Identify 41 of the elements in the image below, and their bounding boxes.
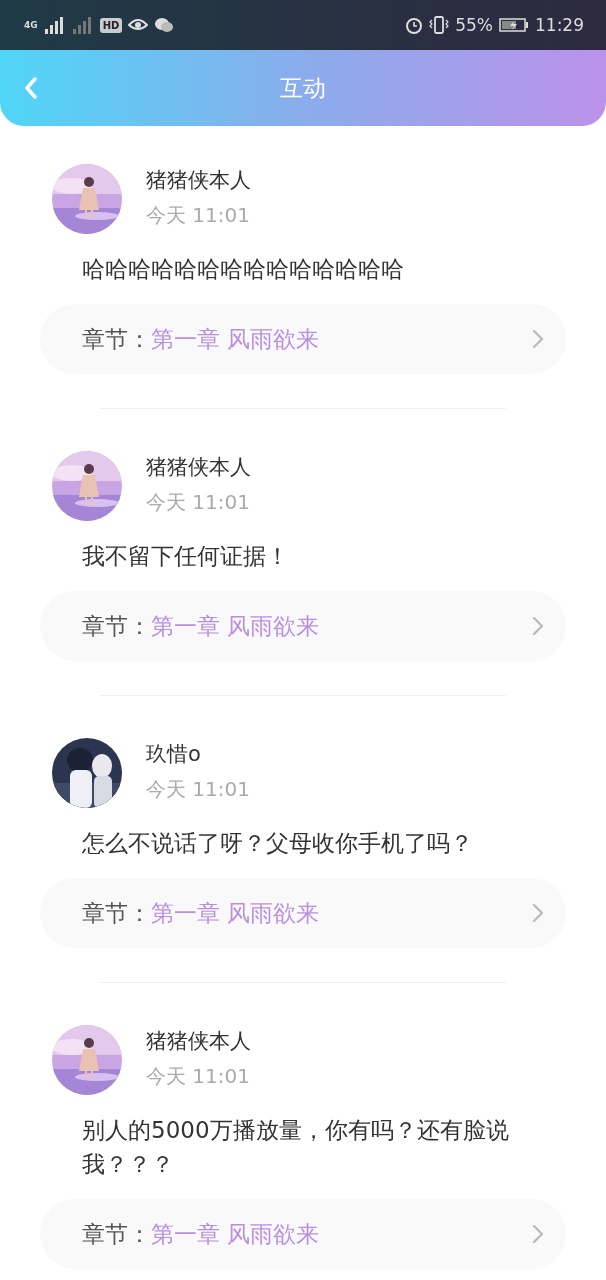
chapter-title: 第一章 风雨欲来 [151, 1219, 321, 1249]
chevron-icon [532, 903, 544, 923]
chapter-label: 章节： [82, 1219, 151, 1249]
comment-time: 今天 11:01 [146, 1062, 251, 1090]
chat-icon [154, 17, 175, 33]
comment-time: 今天 11:01 [146, 488, 251, 516]
chevron-icon [532, 329, 544, 349]
user-name: 猪猪侠本人 [146, 166, 251, 194]
hd-badge: HD [99, 17, 123, 33]
chevron-icon [532, 616, 544, 636]
signal-icon [43, 15, 66, 35]
chapter-label: 章节： [82, 611, 151, 641]
comment-text: 哈哈哈哈哈哈哈哈哈哈哈哈哈哈 [82, 255, 405, 284]
chapter-link[interactable]: 章节：第一章 风雨欲来 [40, 1199, 566, 1269]
battery-percent: 55% [455, 15, 493, 35]
comment-text: 别人的5000万播放量，你有吗？还有脸说我？？？ [82, 1116, 510, 1179]
chapter-label: 章节： [82, 324, 151, 354]
page-title: 互动 [280, 73, 326, 103]
user-name: 猪猪侠本人 [146, 1027, 251, 1055]
clock: 11:29 [535, 15, 584, 35]
vibrate-icon [429, 15, 450, 35]
chapter-title: 第一章 风雨欲来 [151, 611, 321, 641]
comment-text: 我不留下任何证据！ [82, 542, 290, 571]
chapter-link[interactable]: 章节：第一章 风雨欲来 [40, 591, 566, 661]
chapter-title: 第一章 风雨欲来 [151, 324, 321, 354]
signal-icon [71, 15, 94, 35]
user-name: 玖惜o [146, 740, 202, 768]
alarm-icon [405, 16, 424, 34]
comment-text: 怎么不说话了呀？父母收你手机了吗？ [82, 829, 474, 858]
chapter-title: 第一章 风雨欲来 [151, 898, 321, 928]
network-label: 4G [24, 20, 38, 30]
comment-time: 今天 11:01 [146, 201, 251, 229]
eye-icon [128, 18, 149, 32]
battery-icon [499, 17, 529, 33]
user-name: 猪猪侠本人 [146, 453, 251, 481]
chapter-link[interactable]: 章节：第一章 风雨欲来 [40, 304, 566, 374]
back-icon[interactable] [24, 77, 38, 99]
chapter-label: 章节： [82, 898, 151, 928]
chapter-link[interactable]: 章节：第一章 风雨欲来 [40, 878, 566, 948]
comment-time: 今天 11:01 [146, 775, 250, 803]
chevron-icon [532, 1224, 544, 1244]
